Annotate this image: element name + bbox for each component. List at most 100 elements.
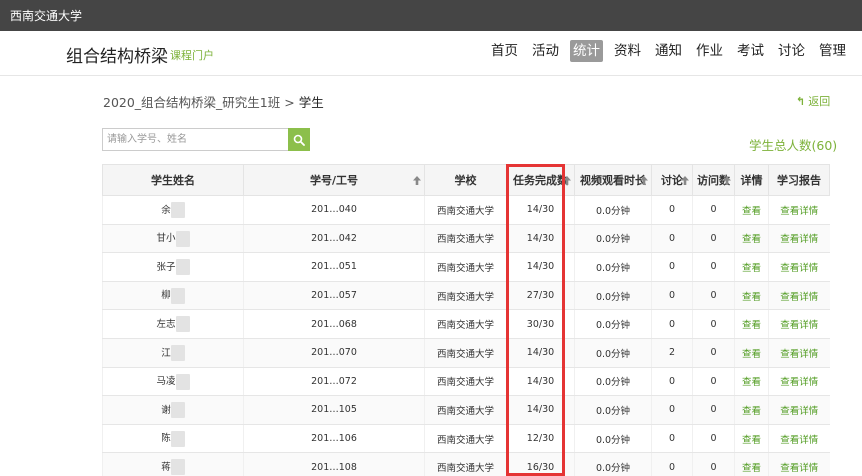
visits-cell: 0 [692, 338, 735, 368]
col-header-visits[interactable]: 访问数 [692, 164, 735, 196]
report-cell: 查看详情 [768, 309, 830, 339]
col-header-tasks[interactable]: 任务完成数 [506, 164, 575, 196]
nav-item-notices[interactable]: 通知 [652, 40, 685, 62]
course-portal-label[interactable]: 课程门户 [170, 47, 214, 63]
tasks-cell: 12/30 [506, 424, 575, 454]
student-name: 谢 [161, 404, 171, 416]
sort-arrow-icon[interactable] [562, 175, 572, 186]
nav-item-homework[interactable]: 作业 [693, 40, 726, 62]
discussion-cell: 0 [651, 395, 693, 425]
student-id-cell: 201…042 [243, 224, 425, 254]
report-cell: 查看详情 [768, 424, 830, 454]
nav-item-exams[interactable]: 考试 [734, 40, 767, 62]
detail-cell: 查看 [734, 309, 769, 339]
view-report-link[interactable]: 查看详情 [780, 263, 818, 274]
tasks-cell: 14/30 [506, 252, 575, 282]
view-report-link[interactable]: 查看详情 [780, 463, 818, 474]
report-cell: 查看详情 [768, 224, 830, 254]
view-report-link[interactable]: 查看详情 [780, 234, 818, 245]
school-cell: 西南交通大学 [424, 252, 507, 282]
report-cell: 查看详情 [768, 367, 830, 397]
breadcrumb-separator: > [280, 95, 299, 110]
video-cell: 0.0分钟 [574, 252, 652, 282]
school-cell: 西南交通大学 [424, 281, 507, 311]
sort-arrow-icon[interactable] [412, 175, 422, 186]
view-report-link[interactable]: 查看详情 [780, 377, 818, 388]
tasks-cell: 16/30 [506, 452, 575, 476]
sort-arrow-icon[interactable] [639, 175, 649, 186]
video-cell: 0.0分钟 [574, 224, 652, 254]
view-link[interactable]: 查看 [742, 377, 761, 388]
breadcrumb-class[interactable]: 2020_组合结构桥梁_研究生1班 [103, 95, 280, 110]
video-cell: 0.0分钟 [574, 424, 652, 454]
nav-item-activities[interactable]: 活动 [529, 40, 562, 62]
school-cell: 西南交通大学 [424, 195, 507, 225]
redaction-mask [175, 316, 190, 333]
table-row: 柳 201…057 西南交通大学 27/30 0.0分钟 0 0 查看 查看详情 [102, 281, 830, 311]
view-link[interactable]: 查看 [742, 435, 761, 446]
col-header-report: 学习报告 [768, 164, 830, 196]
video-cell: 0.0分钟 [574, 338, 652, 368]
nav-item-statistics[interactable]: 统计 [570, 40, 603, 62]
view-link[interactable]: 查看 [742, 292, 761, 303]
school-cell: 西南交通大学 [424, 224, 507, 254]
tasks-cell: 14/30 [506, 195, 575, 225]
nav-item-discussion[interactable]: 讨论 [775, 40, 808, 62]
student-name: 柳 [161, 290, 171, 302]
student-name: 蒋 [161, 461, 171, 473]
view-link[interactable]: 查看 [742, 206, 761, 217]
visits-cell: 0 [692, 281, 735, 311]
view-report-link[interactable]: 查看详情 [780, 292, 818, 303]
redaction-mask [170, 345, 185, 362]
student-name: 江 [161, 347, 171, 359]
student-name-cell: 江 [102, 338, 244, 368]
discussion-cell: 2 [651, 338, 693, 368]
student-name-cell: 左志 [102, 309, 244, 339]
student-id: 201…108 [311, 461, 357, 473]
view-report-link[interactable]: 查看详情 [780, 349, 818, 360]
video-cell: 0.0分钟 [574, 452, 652, 476]
student-table: 学生姓名 学号/工号 学校 任务完成数 视频观看时长 讨论 访问数 详情 学习报… [102, 164, 830, 476]
view-link[interactable]: 查看 [742, 320, 761, 331]
col-header-id[interactable]: 学号/工号 [243, 164, 425, 196]
nav-item-materials[interactable]: 资料 [611, 40, 644, 62]
student-id-cell: 201…057 [243, 281, 425, 311]
breadcrumb-current: 学生 [298, 95, 324, 110]
view-link[interactable]: 查看 [742, 406, 761, 417]
col-header-discussion[interactable]: 讨论 [651, 164, 693, 196]
back-link[interactable]: ↰ 返回 [796, 93, 830, 109]
student-id: 201…070 [311, 347, 357, 359]
view-report-link[interactable]: 查看详情 [780, 435, 818, 446]
detail-cell: 查看 [734, 424, 769, 454]
col-header-name: 学生姓名 [102, 164, 244, 196]
video-cell: 0.0分钟 [574, 367, 652, 397]
course-title[interactable]: 组合结构桥梁 [66, 42, 168, 67]
view-report-link[interactable]: 查看详情 [780, 320, 818, 331]
sort-arrow-icon[interactable] [722, 175, 732, 186]
view-link[interactable]: 查看 [742, 349, 761, 360]
redaction-mask [170, 459, 185, 476]
sort-arrow-icon[interactable] [680, 175, 690, 186]
student-name: 马凌 [156, 376, 176, 388]
search-button[interactable] [288, 128, 310, 151]
view-link[interactable]: 查看 [742, 263, 761, 274]
redaction-mask [175, 373, 190, 390]
view-link[interactable]: 查看 [742, 463, 761, 474]
view-link[interactable]: 查看 [742, 234, 761, 245]
school-cell: 西南交通大学 [424, 424, 507, 454]
nav-item-home[interactable]: 首页 [488, 40, 521, 62]
discussion-cell: 0 [651, 309, 693, 339]
search-input[interactable] [102, 128, 288, 151]
nav-item-manage[interactable]: 管理 [816, 40, 849, 62]
view-report-link[interactable]: 查看详情 [780, 206, 818, 217]
video-cell: 0.0分钟 [574, 395, 652, 425]
student-name: 甘小 [156, 233, 176, 245]
detail-cell: 查看 [734, 452, 769, 476]
table-row: 左志 201…068 西南交通大学 30/30 0.0分钟 0 0 查看 查看详情 [102, 309, 830, 339]
student-name: 陈 [161, 433, 171, 445]
col-header-video[interactable]: 视频观看时长 [574, 164, 652, 196]
discussion-cell: 0 [651, 224, 693, 254]
view-report-link[interactable]: 查看详情 [780, 406, 818, 417]
video-cell: 0.0分钟 [574, 281, 652, 311]
tasks-cell: 14/30 [506, 395, 575, 425]
